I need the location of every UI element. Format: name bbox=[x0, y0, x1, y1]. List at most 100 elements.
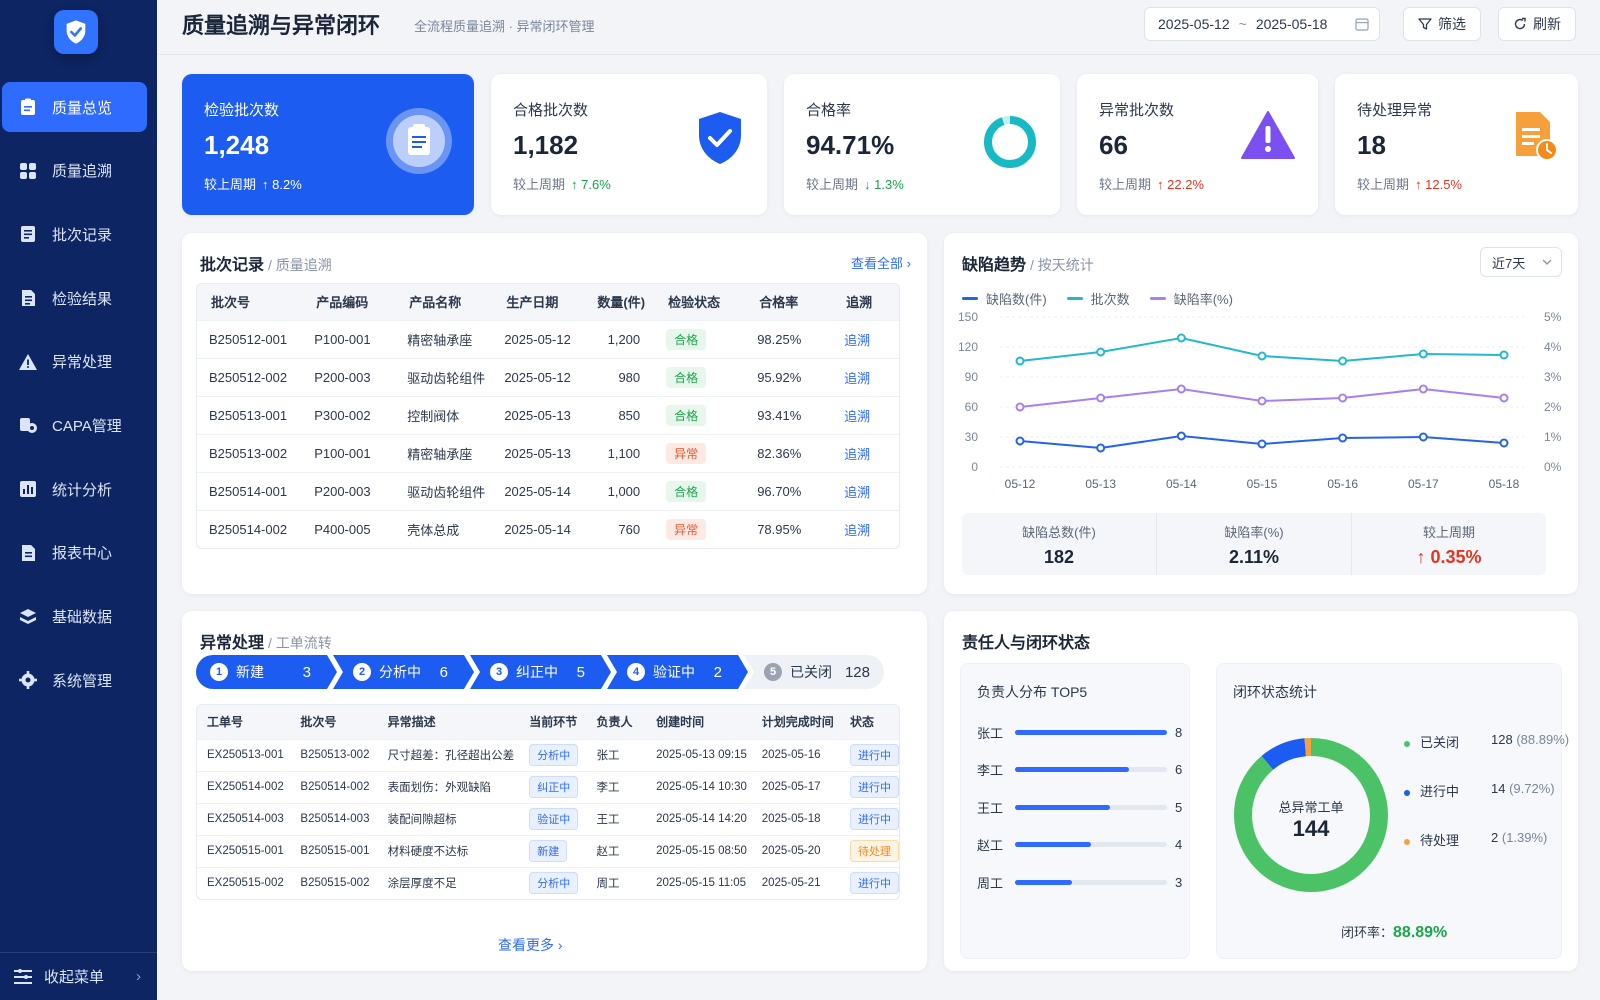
cell-code: P300-002 bbox=[302, 395, 396, 434]
table-row[interactable]: EX250515-002 B250515-002 涂层厚度不足 分析中 周工 2025-0… bbox=[197, 866, 899, 899]
table-row[interactable]: B250513-002 P100-001 精密轴承座 2025-05-13 1,100 异… bbox=[197, 433, 899, 472]
cell-owner: 王工 bbox=[586, 802, 647, 835]
trace-link[interactable]: 追溯 bbox=[844, 485, 870, 500]
table-row[interactable]: B250513-001 P300-002 控制阀体 2025-05-13 850 合格 93… bbox=[197, 395, 899, 434]
view-all-link[interactable]: 查看全部 › bbox=[851, 253, 911, 272]
workflow-step-4[interactable]: 4 验证中 2 bbox=[607, 655, 748, 689]
legend-dot bbox=[1404, 838, 1410, 845]
trace-link[interactable]: 追溯 bbox=[844, 409, 870, 424]
legend-label: 进行中 bbox=[1420, 784, 1460, 799]
kpi-change: ↑ 12.5% bbox=[1415, 177, 1462, 192]
sidebar-item-batch-records[interactable]: 批次记录 bbox=[2, 209, 147, 259]
date-range-picker[interactable]: 2025-05-12 ~ 2025-05-18 bbox=[1144, 7, 1380, 41]
sidebar-item-base-data[interactable]: 基础数据 bbox=[2, 592, 147, 642]
table-row[interactable]: EX250514-002 B250514-002 表面划伤：外观缺陷 纠正中 李工 202… bbox=[197, 770, 899, 803]
kpi-card-pending-exceptions[interactable]: 待处理异常 18 较上周期 ↑ 12.5% bbox=[1335, 74, 1578, 215]
cell-rate: 98.25% bbox=[745, 319, 833, 358]
closure-legend-item: 待处理 2 (1.39%) bbox=[1404, 830, 1574, 849]
table-row[interactable]: B250514-002 P400-005 壳体总成 2025-05-14 760 异常 78… bbox=[197, 509, 899, 548]
section-title: 批次记录 / 质量追溯 bbox=[200, 257, 332, 274]
kpi-card-inspected-batches[interactable]: 检验批次数 1,248 较上周期 ↑ 8.2% bbox=[182, 74, 474, 215]
cell-stage: 纠正中 bbox=[519, 770, 587, 803]
trace-link[interactable]: 追溯 bbox=[844, 523, 870, 538]
data-point bbox=[1257, 351, 1267, 361]
closure-rate-value: 88.89% bbox=[1393, 924, 1448, 941]
cell-created: 2025-05-14 14:20 bbox=[646, 802, 752, 835]
legend-label: 待处理 bbox=[1420, 833, 1460, 848]
table-row[interactable]: EX250514-003 B250514-003 装配间隙超标 验证中 王工 2025-0… bbox=[197, 802, 899, 835]
filter-button[interactable]: 筛选 bbox=[1403, 7, 1481, 41]
defect-trend-chart: 150 5% 120 4% 90 3% 60 2% 30 1% 0 0% 05-12 05-13 05-14… bbox=[958, 310, 1562, 491]
sidebar-item-quality-trace[interactable]: 质量追溯 bbox=[2, 146, 147, 196]
collapse-menu-button[interactable]: 收起菜单 › bbox=[0, 952, 157, 1000]
x-tick: 05-15 bbox=[1247, 477, 1278, 491]
kpi-card-qualified-batches[interactable]: 合格批次数 1,182 较上周期 ↑ 7.6% bbox=[491, 74, 767, 215]
owner-name: 李工 bbox=[977, 763, 1004, 778]
clipboard-icon bbox=[386, 108, 452, 177]
table-row[interactable]: B250514-001 P200-003 驱动齿轮组件 2025-05-14 1,000… bbox=[197, 471, 899, 510]
step-number: 5 bbox=[764, 663, 782, 681]
owner-bar-fill bbox=[1015, 879, 1072, 885]
cell-due: 2025-05-16 bbox=[751, 738, 840, 771]
app-logo[interactable] bbox=[54, 10, 98, 54]
column-header: 工单号 bbox=[197, 705, 291, 739]
clipboard-icon bbox=[21, 98, 35, 115]
stage-badge: 分析中 bbox=[529, 872, 579, 895]
workflow-step-5[interactable]: 5 已关闭 128 bbox=[744, 655, 884, 689]
section-title: 责任人与闭环状态 bbox=[962, 635, 1091, 652]
cell-stage: 新建 bbox=[519, 834, 587, 867]
column-header: 批次号 bbox=[290, 705, 378, 739]
kpi-card-abnormal-batches[interactable]: 异常批次数 66 较上周期 ↑ 22.2% bbox=[1077, 74, 1318, 215]
kpi-label: 合格批次数 bbox=[513, 102, 589, 119]
data-point bbox=[1499, 393, 1509, 403]
filter-icon bbox=[1418, 18, 1432, 30]
sidebar-item-system[interactable]: 系统管理 bbox=[2, 655, 147, 705]
sidebar-item-reports[interactable]: 报表中心 bbox=[2, 528, 147, 578]
pending-document-icon bbox=[1512, 110, 1558, 165]
status-badge: 进行中 bbox=[849, 872, 899, 895]
data-point bbox=[1015, 436, 1025, 446]
cell-batch: B250514-001 bbox=[197, 471, 303, 510]
legend-label: 批次数 bbox=[1090, 292, 1130, 307]
cell-created: 2025-05-15 08:50 bbox=[646, 834, 752, 867]
sidebar-item-statistics[interactable]: 统计分析 bbox=[2, 464, 147, 514]
kpi-value: 18 bbox=[1357, 130, 1386, 160]
refresh-label: 刷新 bbox=[1533, 16, 1561, 32]
refresh-button[interactable]: 刷新 bbox=[1498, 7, 1576, 41]
view-more-link[interactable]: 查看更多 › bbox=[498, 935, 563, 955]
kpi-change: ↑ 22.2% bbox=[1157, 177, 1204, 192]
data-point bbox=[1338, 356, 1348, 366]
trace-link[interactable]: 追溯 bbox=[844, 371, 870, 386]
step-number: 1 bbox=[210, 663, 228, 681]
kpi-card-pass-rate[interactable]: 合格率 94.71% 较上周期 ↓ 1.3% bbox=[784, 74, 1060, 215]
table-row[interactable]: B250512-001 P100-001 精密轴承座 2025-05-12 1,200 合… bbox=[197, 319, 899, 358]
cell-qty: 1,000 bbox=[583, 471, 655, 510]
kpi-compare: 较上周期 ↑ 7.6% bbox=[513, 177, 611, 192]
chevron-right-icon: › bbox=[136, 968, 141, 985]
page-title: 质量追溯与异常闭环 bbox=[182, 13, 381, 38]
cell-name: 控制阀体 bbox=[395, 395, 493, 434]
sidebar-item-quality-overview[interactable]: 质量总览 bbox=[2, 82, 147, 132]
gears-icon bbox=[20, 418, 37, 434]
workflow-step-2[interactable]: 2 分析中 6 bbox=[333, 655, 474, 689]
summary-vs-prev: 较上周期 ↑ 0.35% bbox=[1416, 525, 1482, 567]
sidebar-item-inspection-results[interactable]: 检验结果 bbox=[2, 273, 147, 323]
y-tick-left: 120 bbox=[958, 340, 978, 354]
owner-name: 周工 bbox=[977, 875, 1004, 891]
kpi-change: ↑ 7.6% bbox=[571, 177, 611, 192]
sidebar-item-exception-handling[interactable]: 异常处理 bbox=[2, 337, 147, 387]
workflow-step-3[interactable]: 3 纠正中 5 bbox=[470, 655, 611, 689]
table-row[interactable]: EX250513-001 B250513-002 尺寸超差：孔径超出公差 分析中 张工 2… bbox=[197, 738, 899, 771]
column-header: 检验状态 bbox=[654, 284, 746, 320]
sidebar-item-capa[interactable]: CAPA管理 bbox=[2, 400, 147, 450]
kpi-value: 66 bbox=[1099, 130, 1128, 160]
workflow-step-1[interactable]: 1 新建 3 bbox=[196, 655, 337, 689]
kpi-value: 1,248 bbox=[204, 130, 270, 160]
defect-trend-panel: 缺陷趋势 / 按天统计 近7天 缺陷数(件) 批次数 缺陷率(%) 150 5% 120 4… bbox=[944, 233, 1578, 594]
range-select[interactable]: 近7天 bbox=[1480, 247, 1562, 277]
trace-link[interactable]: 追溯 bbox=[844, 333, 870, 348]
trace-link[interactable]: 追溯 bbox=[844, 447, 870, 462]
table-row[interactable]: EX250515-001 B250515-001 材料硬度不达标 新建 赵工 2025-0… bbox=[197, 834, 899, 867]
cell-ticket-id: EX250514-003 bbox=[197, 802, 291, 835]
table-row[interactable]: B250512-002 P200-003 驱动齿轮组件 2025-05-12 980 合格… bbox=[197, 357, 899, 396]
